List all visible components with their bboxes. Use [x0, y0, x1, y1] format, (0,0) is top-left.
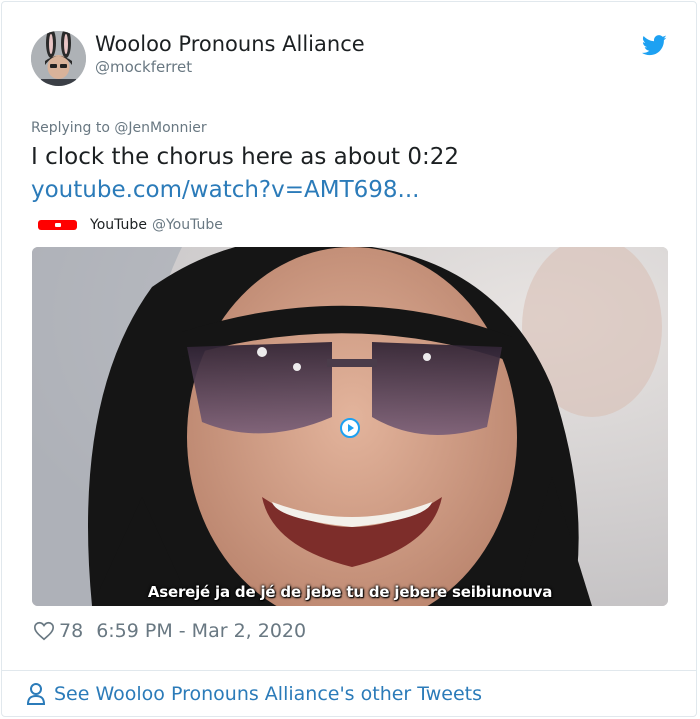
see-more-tweets-link[interactable]: See Wooloo Pronouns Alliance's other Twe…: [26, 681, 482, 707]
play-icon[interactable]: [340, 418, 360, 438]
embed-source-name[interactable]: YouTube: [90, 217, 147, 233]
bunny-ears-avatar-icon: [31, 31, 86, 86]
video-subtitle: Aserejé ja de jé de jebe tu de jebere se…: [147, 583, 553, 601]
author-display-name[interactable]: Wooloo Pronouns Alliance: [95, 32, 365, 56]
like-count[interactable]: 78: [59, 620, 83, 642]
tweet-footer: 78 6:59 PM - Mar 2, 2020: [33, 619, 306, 643]
embed-attribution[interactable]: YouTube @YouTube: [38, 215, 223, 235]
tweet-text: I clock the chorus here as about 0:22: [31, 144, 460, 170]
heart-icon[interactable]: [33, 620, 55, 642]
youtube-logo-icon: [38, 220, 77, 230]
author-handle[interactable]: @mockferret: [95, 58, 192, 76]
author-avatar[interactable]: [31, 31, 86, 86]
person-icon: [26, 683, 46, 705]
embed-source-handle[interactable]: @YouTube: [152, 217, 223, 233]
replying-to[interactable]: Replying to @JenMonnier: [31, 120, 207, 136]
twitter-bird-icon[interactable]: [642, 35, 667, 56]
footer-divider: [2, 670, 697, 671]
tweet-link[interactable]: youtube.com/watch?v=AMT698...: [31, 177, 419, 203]
see-more-label[interactable]: See Wooloo Pronouns Alliance's other Twe…: [54, 683, 482, 705]
tweet-timestamp[interactable]: 6:59 PM - Mar 2, 2020: [96, 620, 306, 642]
